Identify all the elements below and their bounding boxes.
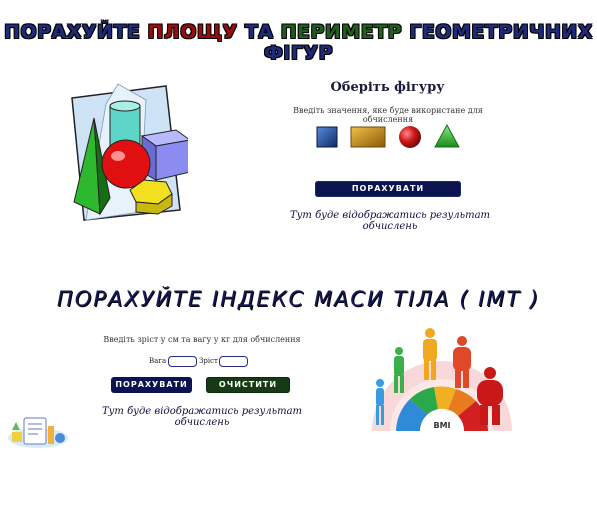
- triangle-shape-button[interactable]: [434, 124, 460, 148]
- area-calculate-button[interactable]: ПОРАХУВАТИ: [315, 181, 461, 197]
- bmi-hint: Введіть зріст у см та вагу у кг для обчи…: [103, 335, 301, 344]
- bmi-calculate-button[interactable]: ПОРАХУВАТИ: [111, 377, 192, 393]
- choose-shape-label: Оберіть фігуру: [330, 80, 445, 95]
- title-word: ПОРАХУЙТЕ: [4, 21, 141, 43]
- rectangle-shape-button[interactable]: [350, 126, 386, 148]
- bmi-result-text: Тут буде відображатись результат обчисле…: [101, 406, 303, 428]
- square-shape-button[interactable]: [316, 126, 338, 148]
- weight-input[interactable]: [168, 356, 197, 367]
- height-label: Зріст: [199, 357, 218, 365]
- title-word: ТА: [244, 21, 274, 43]
- height-input[interactable]: [219, 356, 248, 367]
- geometry-illustration: [71, 83, 188, 221]
- bmi-title: ПОРАХУЙТЕ ІНДЕКС МАСИ ТІЛА ( ІМТ ): [56, 287, 541, 311]
- weight-label: Вага: [149, 357, 167, 365]
- circle-shape-button[interactable]: [398, 125, 422, 149]
- bmi-gauge-label: BMI: [433, 421, 450, 430]
- area-title: ПОРАХУЙТЕ ПЛОЩУ ТА ПЕРИМЕТР ГЕОМЕТРИЧНИХ…: [0, 22, 597, 64]
- bmi-clear-button[interactable]: ОЧИСТИТИ: [206, 377, 290, 393]
- bmi-chart-illustration: BMI: [372, 328, 512, 431]
- title-word-highlight: ПЛОЩУ: [147, 21, 238, 43]
- area-hint: Введіть значення, яке буде використане д…: [293, 106, 483, 124]
- study-doodle-icon: [8, 417, 68, 448]
- title-word-highlight: ПЕРИМЕТР: [280, 21, 403, 43]
- area-result-text: Тут буде відображатись результат обчисле…: [289, 210, 491, 232]
